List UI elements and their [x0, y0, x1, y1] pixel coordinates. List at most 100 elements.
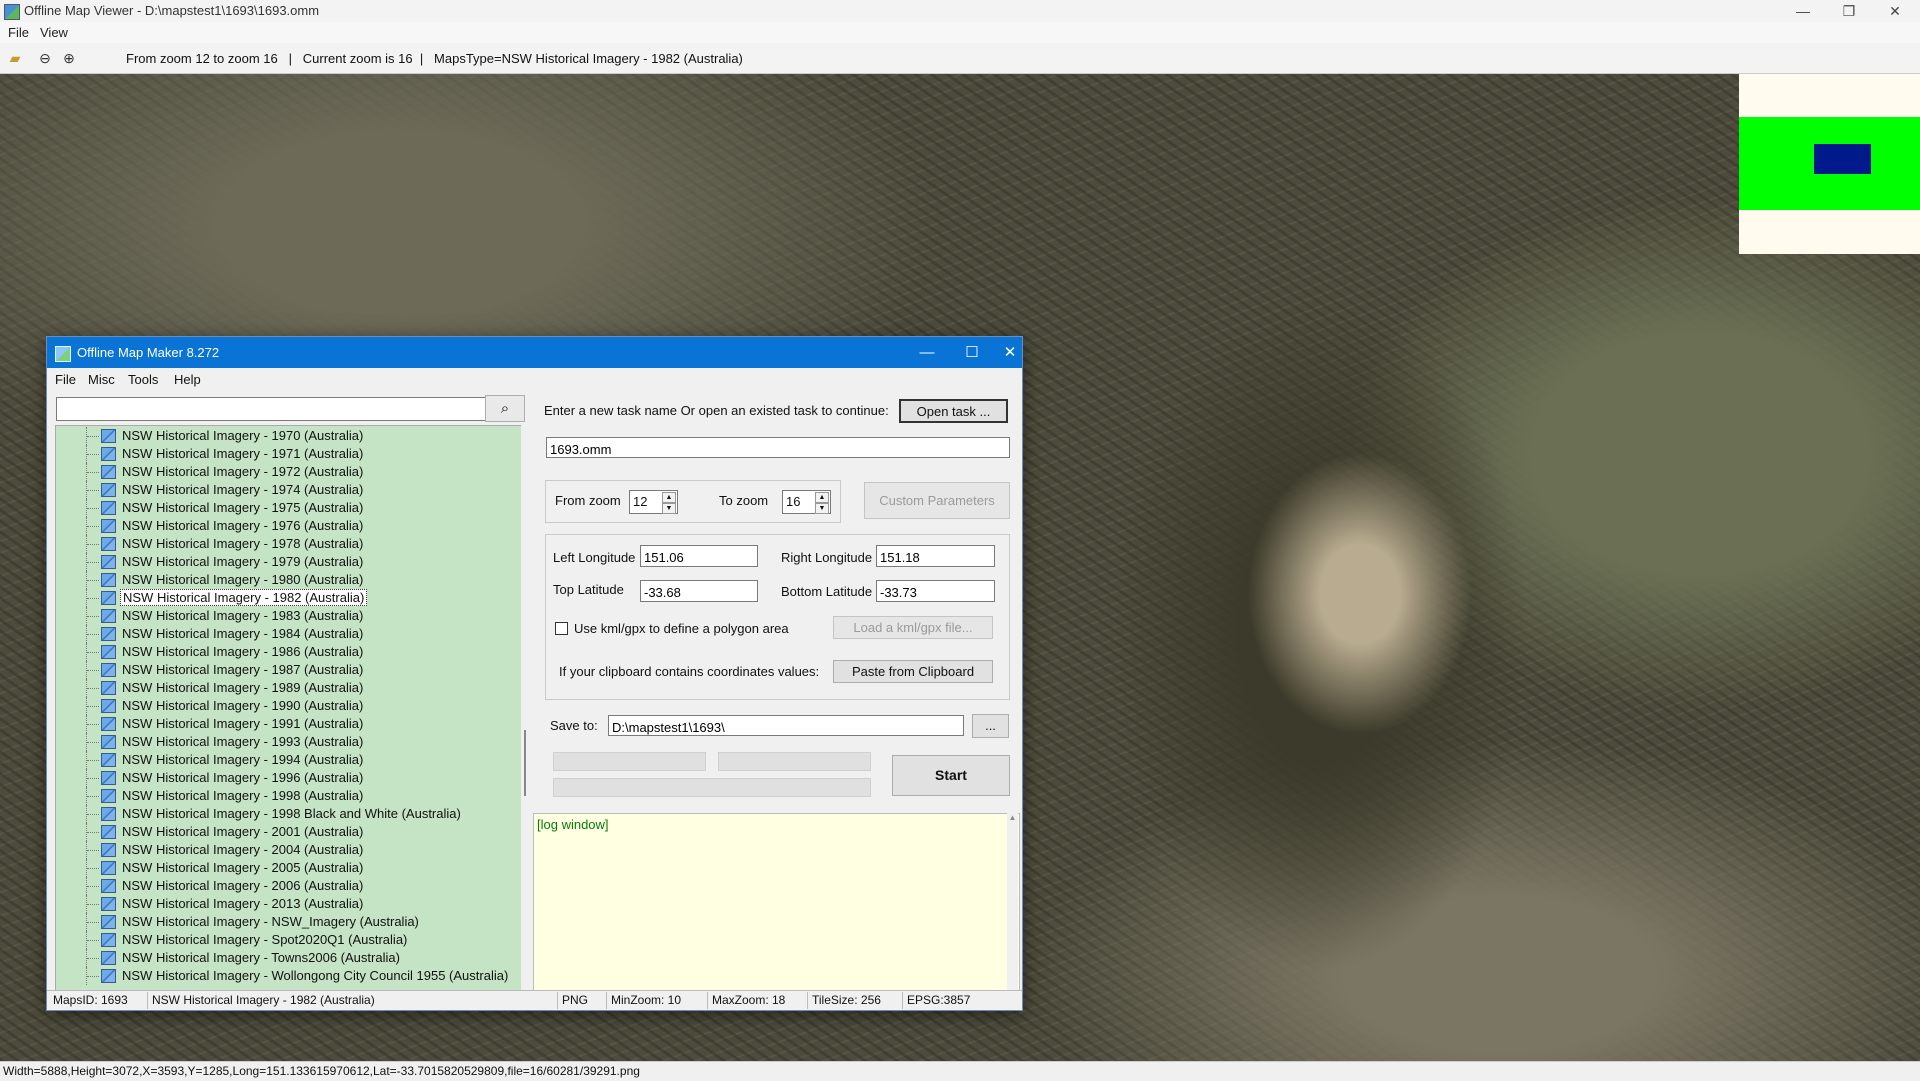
- tree-item[interactable]: NSW Historical Imagery - 2013 (Australia…: [56, 895, 516, 913]
- left-longitude-field[interactable]: [640, 545, 758, 567]
- save-to-field[interactable]: [608, 715, 964, 736]
- browse-folder-button[interactable]: ...: [972, 714, 1009, 738]
- main-menu-bar: File View: [0, 22, 1920, 43]
- tree-item[interactable]: NSW Historical Imagery - 1984 (Australia…: [56, 625, 516, 643]
- tree-item[interactable]: NSW Historical Imagery - 1975 (Australia…: [56, 499, 516, 517]
- tree-item[interactable]: NSW Historical Imagery - 1994 (Australia…: [56, 751, 516, 769]
- dialog-menu-file[interactable]: File: [55, 372, 76, 387]
- tree-item[interactable]: NSW Historical Imagery - 1974 (Australia…: [56, 481, 516, 499]
- tree-item[interactable]: NSW Historical Imagery - 1990 (Australia…: [56, 697, 516, 715]
- open-folder-icon[interactable]: ▰: [6, 49, 24, 67]
- overview-map[interactable]: [1739, 74, 1920, 254]
- tree-branch: [87, 436, 99, 438]
- kml-checkbox-label: Use kml/gpx to define a polygon area: [574, 621, 789, 636]
- restore-button[interactable]: ❐: [1826, 0, 1872, 22]
- tree-item[interactable]: NSW Historical Imagery - Wollongong City…: [56, 967, 516, 985]
- zoom-out-icon[interactable]: ⊖: [36, 49, 54, 67]
- map-layer-icon: [101, 555, 116, 569]
- tree-scrollbar[interactable]: [521, 425, 533, 990]
- top-latitude-field[interactable]: [640, 580, 758, 602]
- tree-item-label: NSW Historical Imagery - 1974 (Australia…: [122, 482, 364, 497]
- log-scrollbar[interactable]: ▲: [1007, 813, 1018, 993]
- map-maker-dialog: Offline Map Maker 8.272 — ☐ ✕ File Misc …: [46, 336, 1023, 1011]
- task-name-field[interactable]: [546, 437, 1010, 458]
- menu-file[interactable]: File: [8, 25, 29, 40]
- tree-item[interactable]: NSW Historical Imagery - 1986 (Australia…: [56, 643, 516, 661]
- overview-viewport[interactable]: [1814, 144, 1871, 174]
- tree-item[interactable]: NSW Historical Imagery - 1993 (Australia…: [56, 733, 516, 751]
- map-layer-icon: [101, 843, 116, 857]
- from-zoom-down-icon[interactable]: ▼: [662, 503, 676, 514]
- map-layer-icon: [101, 501, 116, 515]
- progress-bar-1: [553, 752, 706, 771]
- status-min-zoom: MinZoom: 10: [611, 993, 682, 1007]
- dialog-menu-help[interactable]: Help: [174, 372, 201, 387]
- tree-item-label: NSW Historical Imagery - 1984 (Australia…: [122, 626, 364, 641]
- tree-item[interactable]: NSW Historical Imagery - 1982 (Australia…: [56, 589, 516, 607]
- tree-item[interactable]: NSW Historical Imagery - 1970 (Australia…: [56, 427, 516, 445]
- tree-branch: [87, 454, 99, 456]
- to-zoom-down-icon[interactable]: ▼: [815, 503, 829, 514]
- kml-checkbox[interactable]: [555, 622, 568, 635]
- dialog-menu-bar: File Misc Tools Help: [47, 368, 1022, 390]
- search-button[interactable]: ⌕: [485, 395, 525, 422]
- save-to-label: Save to:: [550, 718, 598, 733]
- tree-item[interactable]: NSW Historical Imagery - 1998 Black and …: [56, 805, 516, 823]
- to-zoom-stepper[interactable]: 16 ▲ ▼: [782, 490, 831, 514]
- dialog-close-button[interactable]: ✕: [997, 341, 1023, 365]
- tree-item[interactable]: NSW Historical Imagery - 1996 (Australia…: [56, 769, 516, 787]
- close-button[interactable]: ✕: [1872, 0, 1918, 22]
- tree-item[interactable]: NSW Historical Imagery - 1979 (Australia…: [56, 553, 516, 571]
- dialog-menu-misc[interactable]: Misc: [88, 372, 115, 387]
- tree-item[interactable]: NSW Historical Imagery - 1971 (Australia…: [56, 445, 516, 463]
- tree-item[interactable]: NSW Historical Imagery - 1983 (Australia…: [56, 607, 516, 625]
- tree-item[interactable]: NSW Historical Imagery - Towns2006 (Aust…: [56, 949, 516, 967]
- paste-clipboard-button[interactable]: Paste from Clipboard: [833, 660, 993, 683]
- tree-item[interactable]: NSW Historical Imagery - 1991 (Australia…: [56, 715, 516, 733]
- search-icon: ⌕: [500, 400, 510, 417]
- tree-scroll-thumb[interactable]: [524, 730, 526, 796]
- tree-item[interactable]: NSW Historical Imagery - 2006 (Australia…: [56, 877, 516, 895]
- load-kml-button[interactable]: Load a kml/gpx file...: [833, 616, 993, 639]
- map-layer-icon: [101, 915, 116, 929]
- tree-item[interactable]: NSW Historical Imagery - 1980 (Australia…: [56, 571, 516, 589]
- start-button[interactable]: Start: [892, 755, 1010, 796]
- log-text: [log window]: [537, 817, 609, 832]
- tree-item[interactable]: NSW Historical Imagery - 1976 (Australia…: [56, 517, 516, 535]
- tree-item[interactable]: NSW Historical Imagery - NSW_Imagery (Au…: [56, 913, 516, 931]
- menu-view[interactable]: View: [40, 25, 68, 40]
- dialog-title: Offline Map Maker 8.272: [77, 345, 220, 360]
- dialog-maximize-button[interactable]: ☐: [952, 341, 992, 365]
- bottom-latitude-field[interactable]: [876, 580, 995, 602]
- map-type-tree[interactable]: NSW Historical Imagery - 1970 (Australia…: [55, 425, 524, 992]
- tree-item[interactable]: NSW Historical Imagery - 1978 (Australia…: [56, 535, 516, 553]
- tree-branch: [87, 886, 99, 888]
- tree-item[interactable]: NSW Historical Imagery - Spot2020Q1 (Aus…: [56, 931, 516, 949]
- right-longitude-field[interactable]: [876, 545, 995, 567]
- custom-parameters-button[interactable]: Custom Parameters: [864, 482, 1010, 519]
- tree-item[interactable]: NSW Historical Imagery - 2004 (Australia…: [56, 841, 516, 859]
- minimize-button[interactable]: —: [1780, 0, 1826, 22]
- tree-item[interactable]: NSW Historical Imagery - 1987 (Australia…: [56, 661, 516, 679]
- tree-item[interactable]: NSW Historical Imagery - 1972 (Australia…: [56, 463, 516, 481]
- map-search-input[interactable]: [56, 397, 490, 421]
- dialog-minimize-button[interactable]: —: [907, 341, 947, 365]
- log-window[interactable]: [log window]: [533, 813, 1020, 995]
- from-zoom-stepper[interactable]: 12 ▲ ▼: [629, 490, 678, 514]
- dialog-menu-tools[interactable]: Tools: [128, 372, 158, 387]
- tree-item[interactable]: NSW Historical Imagery - 2005 (Australia…: [56, 859, 516, 877]
- from-zoom-up-icon[interactable]: ▲: [662, 492, 676, 503]
- to-zoom-up-icon[interactable]: ▲: [815, 492, 829, 503]
- tree-item[interactable]: NSW Historical Imagery - 2001 (Australia…: [56, 823, 516, 841]
- tree-item-label: NSW Historical Imagery - Spot2020Q1 (Aus…: [122, 932, 408, 947]
- progress-bar-2: [718, 752, 871, 771]
- map-layer-icon: [101, 951, 116, 965]
- open-task-button[interactable]: Open task ...: [899, 399, 1008, 423]
- status-epsg: EPSG:3857: [907, 993, 971, 1007]
- bottom-latitude-label: Bottom Latitude: [781, 584, 873, 599]
- zoom-in-icon[interactable]: ⊕: [60, 49, 78, 67]
- main-window-title: Offline Map Viewer - D:\mapstest1\1693\1…: [24, 3, 320, 18]
- tree-item[interactable]: NSW Historical Imagery - 1989 (Australia…: [56, 679, 516, 697]
- tree-item-label: NSW Historical Imagery - 1986 (Australia…: [122, 644, 364, 659]
- tree-item[interactable]: NSW Historical Imagery - 1998 (Australia…: [56, 787, 516, 805]
